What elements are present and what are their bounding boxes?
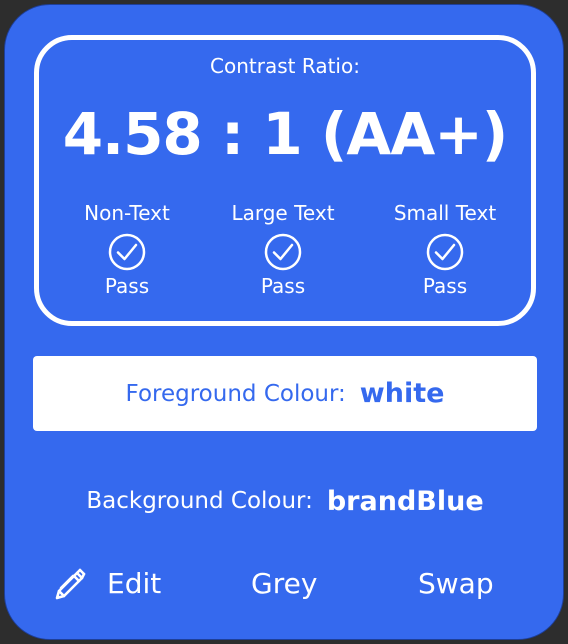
contrast-ratio-panel: Contrast Ratio: 4.58 : 1 (AA+) Non-Text … [34, 35, 536, 326]
foreground-colour-value: white [359, 378, 445, 409]
edit-button[interactable]: Edit [51, 553, 161, 613]
contrast-ratio-label: Contrast Ratio: [210, 54, 360, 78]
background-colour-label: Background Colour: [86, 488, 313, 514]
check-circle-icon [264, 233, 302, 271]
check-title: Non-Text [84, 201, 170, 225]
pencil-icon [55, 568, 86, 600]
wcag-checks: Non-Text Pass Large Text Pass Small Text [39, 198, 531, 308]
grey-button[interactable]: Grey [251, 553, 317, 613]
background-colour-value: brandBlue [326, 485, 484, 517]
swap-button[interactable]: Swap [418, 553, 494, 613]
check-title: Large Text [231, 201, 335, 225]
check-status: Pass [104, 274, 150, 298]
check-status: Pass [422, 274, 468, 298]
foreground-colour-label: Foreground Colour: [125, 380, 346, 407]
check-status: Pass [260, 274, 306, 298]
contrast-ratio-value: 4.58 : 1 (AA+) [62, 100, 509, 168]
swap-label: Swap [418, 566, 494, 600]
contrast-card: Contrast Ratio: 4.58 : 1 (AA+) Non-Text … [4, 4, 564, 640]
check-small-text: Small Text Pass [365, 198, 525, 300]
check-large-text: Large Text Pass [203, 198, 363, 300]
edit-label: Edit [107, 566, 162, 600]
foreground-colour-selector[interactable]: Foreground Colour: white [33, 356, 537, 431]
check-circle-icon [426, 233, 464, 271]
check-non-text: Non-Text Pass [47, 198, 207, 300]
check-title: Small Text [393, 201, 497, 225]
check-circle-icon [108, 233, 146, 271]
grey-label: Grey [251, 566, 318, 600]
background-colour-selector[interactable]: Background Colour: brandBlue [33, 463, 537, 539]
action-bar: Edit Grey Swap [5, 553, 565, 613]
